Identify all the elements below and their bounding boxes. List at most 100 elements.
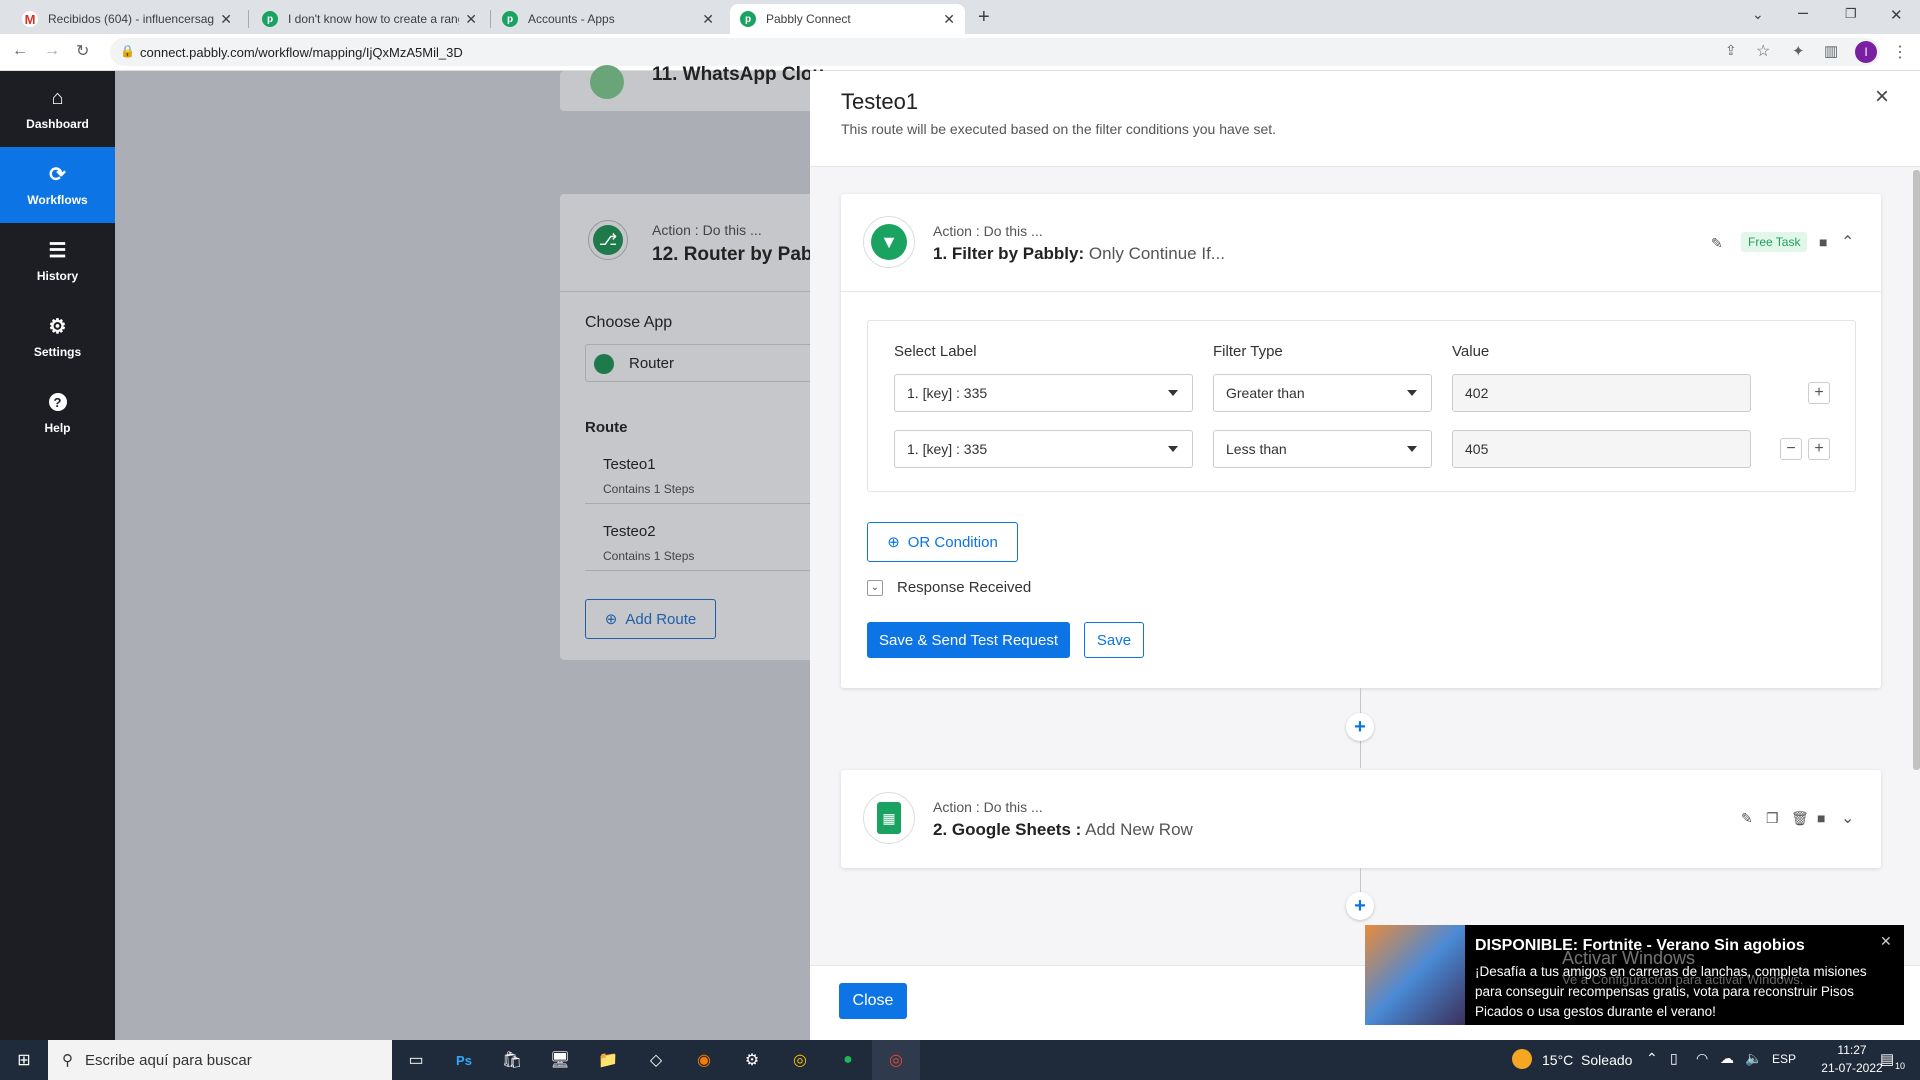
filter-step-card: ▼ Action : Do this ... 1. Filter by Pabb… <box>841 194 1881 688</box>
response-received-label: Response Received <box>897 579 1032 596</box>
forward-icon[interactable]: → <box>44 42 60 60</box>
file-explorer-icon[interactable]: 📁 <box>584 1040 632 1080</box>
google-sheets-step-card[interactable]: ▦ Action : Do this ... 2. Google Sheets … <box>841 770 1881 868</box>
search-placeholder: Escribe aquí para buscar <box>85 1051 252 1069</box>
value-input-1[interactable]: 402 <box>1452 374 1751 412</box>
chrome-icon[interactable]: ◎ <box>776 1040 824 1080</box>
volume-icon[interactable]: 🔈 <box>1745 1050 1762 1067</box>
unity-icon[interactable]: ◇ <box>632 1040 680 1080</box>
new-tab-button[interactable]: + <box>978 6 990 29</box>
task-view-icon[interactable]: ▭ <box>392 1040 440 1080</box>
add-condition-button[interactable]: + <box>1808 382 1830 404</box>
step-header[interactable]: ▼ Action : Do this ... 1. Filter by Pabb… <box>841 194 1881 292</box>
extensions-icon[interactable]: ✦ <box>1792 42 1805 60</box>
app-select-value: Router <box>629 355 675 372</box>
share-icon[interactable]: ⇪ <box>1725 42 1737 59</box>
back-icon[interactable]: ← <box>12 42 28 60</box>
save-send-test-button[interactable]: Save & Send Test Request <box>867 622 1070 658</box>
photoshop-icon[interactable]: Ps <box>440 1040 488 1080</box>
modal-close-icon[interactable]: × <box>1875 83 1889 111</box>
tab-search-icon[interactable]: ⌄ <box>1752 6 1764 23</box>
close-icon[interactable]: ✕ <box>220 11 232 28</box>
modal-title: Testeo1 <box>841 89 919 114</box>
video-icon[interactable]: ■ <box>1819 234 1827 250</box>
route-item-testeo1[interactable]: Testeo1 Contains 1 Steps <box>585 444 820 504</box>
address-bar[interactable]: 🔒 connect.pabbly.com/workflow/mapping/Ij… <box>110 38 1880 66</box>
close-button[interactable]: Close <box>839 983 907 1019</box>
window-close-icon[interactable]: ✕ <box>1890 6 1903 24</box>
response-received-row[interactable]: ⌄ Response Received <box>867 579 1031 596</box>
router-step-card: ⎇ Action : Do this ... 12. Router by Pab… <box>560 194 824 660</box>
add-step-button[interactable]: + <box>1346 892 1374 920</box>
route-item-testeo2[interactable]: Testeo2 Contains 1 Steps <box>585 511 820 571</box>
notification-body: ¡Desafía a tus amigos en carreras de lan… <box>1475 964 1867 1019</box>
close-icon[interactable]: ✕ <box>702 11 714 28</box>
chrome-profile-icon[interactable]: ◎ <box>872 1040 920 1080</box>
app-select[interactable]: Router <box>585 344 820 382</box>
minimize-icon[interactable]: – <box>1798 2 1808 23</box>
sidebar-item-history[interactable]: ☰ History <box>0 223 115 299</box>
label-select-2[interactable]: 1. [key] : 335 <box>894 430 1193 468</box>
tab-pabbly-connect[interactable]: p Pabbly Connect ✕ <box>730 4 965 34</box>
save-button[interactable]: Save <box>1084 622 1144 658</box>
sidebar-item-help[interactable]: ? Help <box>0 375 115 451</box>
clock-date[interactable]: 21-07-2022 <box>1817 1061 1887 1075</box>
rdp-icon[interactable]: 🖥 <box>536 1040 584 1080</box>
close-icon[interactable]: ✕ <box>943 11 955 28</box>
remove-condition-button[interactable]: − <box>1780 438 1802 460</box>
sidebar-item-settings[interactable]: ⚙ Settings <box>0 299 115 375</box>
sidepanel-icon[interactable]: ▥ <box>1824 42 1838 60</box>
language-indicator[interactable]: ESP <box>1772 1052 1796 1066</box>
video-icon[interactable]: ■ <box>1817 810 1825 826</box>
clock-time[interactable]: 11:27 <box>1817 1043 1887 1057</box>
select-value: 1. [key] : 335 <box>907 441 988 457</box>
step-title: 2. Google Sheets : Add New Row <box>933 820 1193 840</box>
menu-kebab-icon[interactable]: ⋮ <box>1892 42 1908 62</box>
tab-gmail[interactable]: M Recibidos (604) - influencersagen ✕ <box>12 4 242 34</box>
edit-pencil-icon[interactable]: ✎ <box>1741 810 1753 827</box>
onedrive-icon[interactable]: ☁ <box>1720 1050 1734 1067</box>
chevron-down-icon[interactable]: ⌄ <box>1841 808 1854 828</box>
home-icon: ⌂ <box>51 86 64 109</box>
gear-icon: ⚙ <box>48 315 67 338</box>
modal-scrollbar[interactable] <box>1913 170 1920 770</box>
store-icon[interactable]: 🛍 <box>488 1040 536 1080</box>
filter-type-select-2[interactable]: Less than <box>1213 430 1432 468</box>
bookmark-star-icon[interactable]: ☆ <box>1756 41 1770 61</box>
tray-device-icon[interactable]: ▯ <box>1670 1050 1678 1067</box>
sidebar-item-workflows[interactable]: ⟳ Workflows <box>0 147 115 223</box>
chevron-up-icon[interactable]: ⌃ <box>1841 232 1854 252</box>
copy-icon[interactable]: ❐ <box>1766 810 1779 827</box>
select-value: Less than <box>1226 441 1287 457</box>
windows-start-icon[interactable]: ⊞ <box>0 1040 48 1080</box>
filter-type-select-1[interactable]: Greater than <box>1213 374 1432 412</box>
chevron-down-icon[interactable]: ⌄ <box>867 579 883 596</box>
profile-avatar[interactable]: I <box>1855 41 1877 63</box>
reload-icon[interactable]: ↻ <box>76 41 89 61</box>
edit-pencil-icon[interactable]: ✎ <box>1711 235 1723 252</box>
value-input-2[interactable]: 405 <box>1452 430 1751 468</box>
steam-icon[interactable]: ⚙ <box>728 1040 776 1080</box>
or-condition-button[interactable]: ⊕ OR Condition <box>867 522 1018 562</box>
weather-text[interactable]: 15°C Soleado <box>1542 1052 1632 1068</box>
wifi-icon[interactable]: ◠ <box>1696 1050 1708 1067</box>
close-icon[interactable]: ✕ <box>1880 933 1892 950</box>
add-condition-button[interactable]: + <box>1808 438 1830 460</box>
restore-icon[interactable]: ❐ <box>1845 6 1857 22</box>
route-steps: Contains 1 Steps <box>603 482 695 496</box>
filter-conditions-box: Select Label Filter Type Value 1. [key] … <box>867 320 1856 492</box>
input-value: 405 <box>1465 441 1489 457</box>
trash-icon[interactable]: 🗑 <box>1791 810 1809 827</box>
spotify-icon[interactable]: ● <box>824 1040 872 1080</box>
add-step-button[interactable]: + <box>1346 713 1374 741</box>
taskbar-search[interactable]: ⚲ Escribe aquí para buscar <box>48 1040 392 1080</box>
tray-chevron-icon[interactable]: ⌃ <box>1646 1050 1658 1067</box>
tab-forum[interactable]: p I don't know how to create a rang ✕ <box>252 4 487 34</box>
blender-icon[interactable]: ◉ <box>680 1040 728 1080</box>
close-icon[interactable]: ✕ <box>465 11 477 28</box>
sidebar-item-label: Settings <box>33 345 82 359</box>
tab-accounts[interactable]: p Accounts - Apps ✕ <box>492 4 724 34</box>
sidebar-item-dashboard[interactable]: ⌂ Dashboard <box>0 71 115 147</box>
label-select-1[interactable]: 1. [key] : 335 <box>894 374 1193 412</box>
add-route-button[interactable]: ⊕ Add Route <box>585 599 716 639</box>
